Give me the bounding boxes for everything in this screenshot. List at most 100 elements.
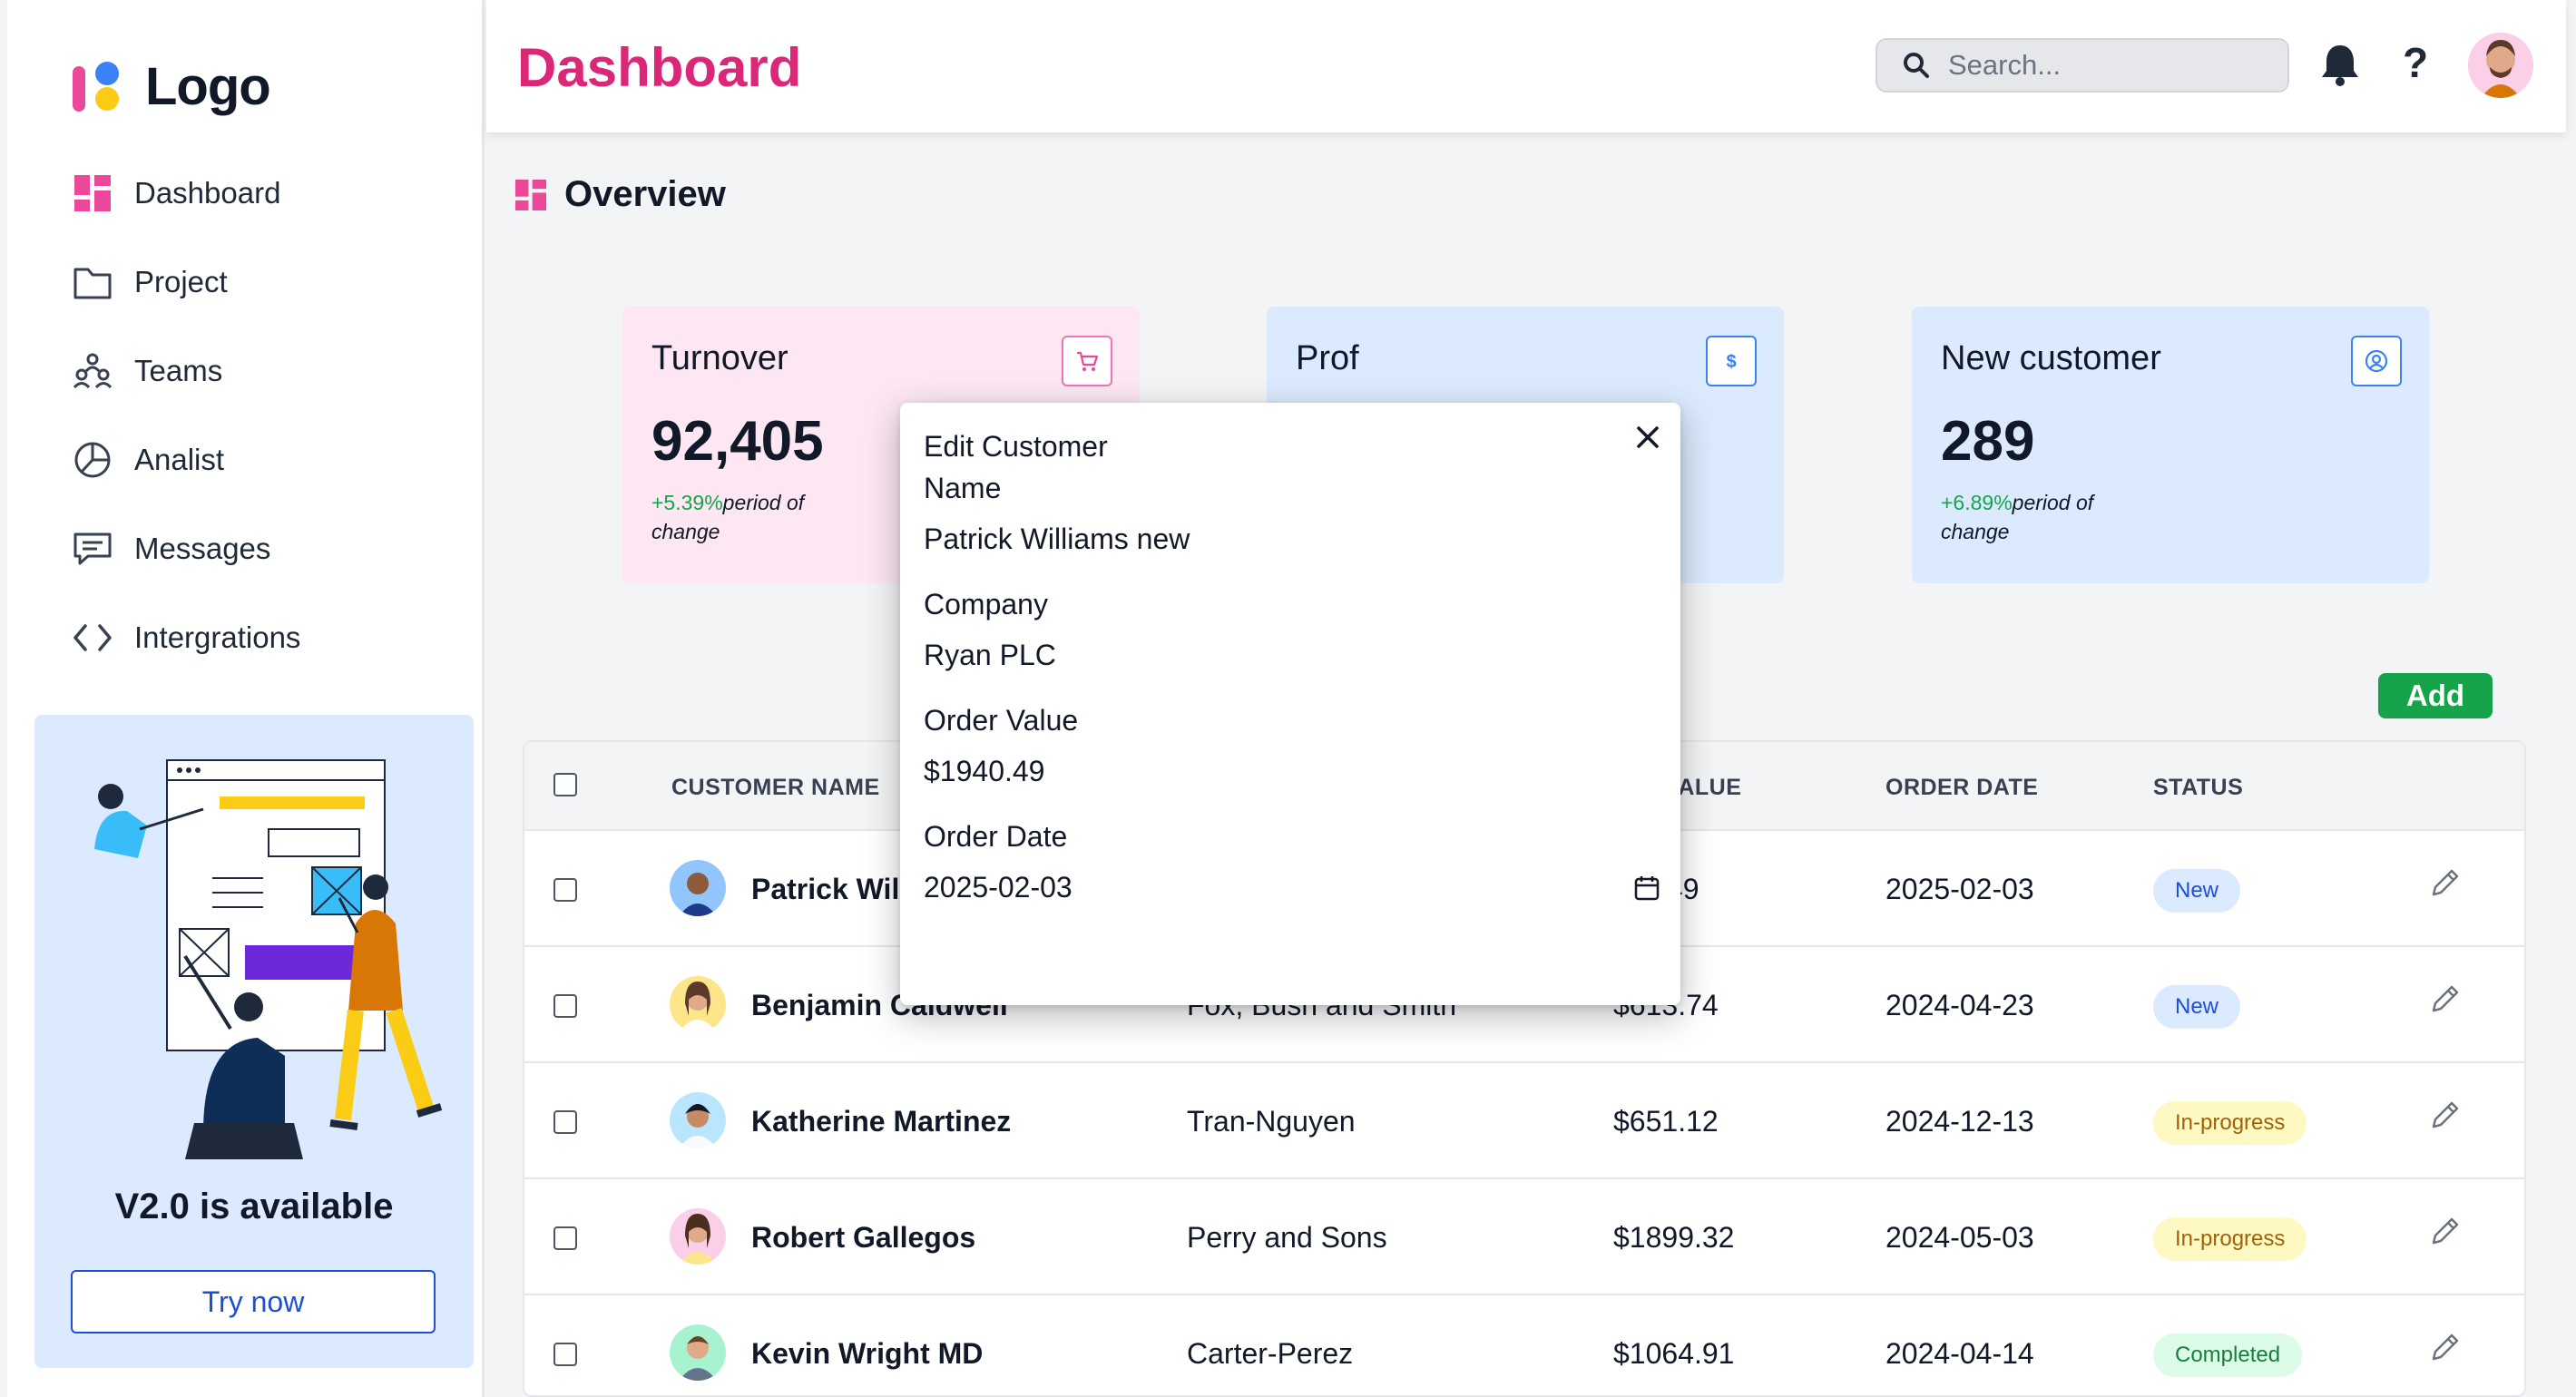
col-customer-name[interactable]: CUSTOMER NAME <box>671 775 880 801</box>
company: Tran-Nguyen <box>1187 1105 1356 1138</box>
teams-icon <box>71 349 114 393</box>
search-icon <box>1904 53 1929 78</box>
order-value: $1064.91 <box>1613 1337 1735 1370</box>
order-date-label: Order Date <box>924 820 1068 853</box>
stat-title: Turnover <box>651 339 788 377</box>
avatar-portrait <box>2468 33 2533 98</box>
dashboard-grid-icon <box>71 171 114 215</box>
sidebar-item-teams[interactable]: Teams <box>71 327 300 415</box>
table-row[interactable]: Robert Gallegos Perry and Sons $1899.32 … <box>524 1179 2524 1295</box>
status-badge: New <box>2153 985 2241 1029</box>
logo-text: Logo <box>145 57 271 116</box>
sidebar-item-label: Intergrations <box>134 620 301 654</box>
table-row[interactable]: Katherine Martinez Tran-Nguyen $651.12 2… <box>524 1063 2524 1179</box>
company-field[interactable]: Ryan PLC <box>924 639 1056 672</box>
svg-text:$: $ <box>1726 352 1736 372</box>
row-checkbox[interactable] <box>553 1226 577 1250</box>
stat-change-percent: +6.89% <box>1941 491 2013 514</box>
company: Carter-Perez <box>1187 1337 1354 1370</box>
order-date: 2025-02-03 <box>1885 873 2034 905</box>
row-checkbox[interactable] <box>553 1343 577 1366</box>
col-order-date[interactable]: ORDER DATE <box>1885 775 2038 801</box>
order-date: 2024-04-14 <box>1885 1337 2034 1370</box>
avatar <box>670 1092 726 1148</box>
top-header: Dashboard ? <box>486 0 2566 132</box>
search-box[interactable] <box>1876 38 2289 93</box>
order-value-label: Order Value <box>924 704 1079 737</box>
col-status[interactable]: STATUS <box>2153 775 2243 801</box>
overview-title: Overview <box>564 174 726 214</box>
avatar <box>670 976 726 1032</box>
sidebar-item-label: Teams <box>134 354 223 387</box>
customer-name: Katherine Martinez <box>751 1105 1012 1138</box>
row-checkbox[interactable] <box>553 1110 577 1134</box>
order-date: 2024-04-23 <box>1885 989 2034 1021</box>
status-badge: New <box>2153 869 2241 913</box>
code-icon <box>71 616 114 659</box>
customer-name: Patrick Willi <box>751 873 916 905</box>
row-checkbox[interactable] <box>553 994 577 1018</box>
sidebar-item-project[interactable]: Project <box>71 238 300 327</box>
logo[interactable]: Logo <box>71 56 271 117</box>
pencil-icon[interactable] <box>2428 1332 2461 1364</box>
status-badge: In-progress <box>2153 1217 2307 1261</box>
folder-icon <box>71 260 114 304</box>
stat-value: 289 <box>1941 410 2035 473</box>
promo-title: V2.0 is available <box>114 1187 394 1226</box>
table-row[interactable]: Kevin Wright MD Carter-Perez $1064.91 20… <box>524 1295 2524 1395</box>
try-now-button[interactable]: Try now <box>71 1270 436 1334</box>
order-date: 2024-05-03 <box>1885 1221 2034 1254</box>
name-field[interactable]: Patrick Williams new <box>924 523 1190 556</box>
user-avatar[interactable] <box>2468 33 2533 98</box>
sidebar: Logo Dashboard Project Teams Analist Mes… <box>0 0 485 1397</box>
select-all-checkbox[interactable] <box>553 773 577 796</box>
pencil-icon[interactable] <box>2428 867 2461 900</box>
calendar-icon[interactable] <box>1633 874 1660 902</box>
order-date: 2024-12-13 <box>1885 1105 2034 1138</box>
avatar <box>670 860 726 916</box>
pencil-icon[interactable] <box>2428 1216 2461 1248</box>
customer-name: Robert Gallegos <box>751 1221 976 1254</box>
message-icon <box>71 527 114 571</box>
order-date-field[interactable]: 2025-02-03 <box>924 871 1073 904</box>
row-checkbox[interactable] <box>553 878 577 902</box>
stat-title: New customer <box>1941 339 2161 377</box>
pencil-icon[interactable] <box>2428 983 2461 1016</box>
stat-change-percent: +5.39% <box>651 491 723 514</box>
page-title: Dashboard <box>517 37 802 98</box>
team-illustration <box>94 759 443 1159</box>
stat-change: +5.39%period of change <box>651 488 824 546</box>
status-badge: Completed <box>2153 1334 2303 1377</box>
search-input[interactable] <box>1948 49 2275 82</box>
order-value: $1899.32 <box>1613 1221 1735 1254</box>
sidebar-item-label: Dashboard <box>134 176 281 210</box>
add-customer-button[interactable]: Add <box>2378 673 2493 718</box>
stat-change: +6.89%period of change <box>1941 488 2113 546</box>
order-value-field[interactable]: $1940.49 <box>924 755 1044 788</box>
sidebar-item-label: Messages <box>134 532 271 565</box>
cart-icon <box>1062 336 1112 386</box>
sidebar-item-label: Analist <box>134 443 225 476</box>
bell-icon[interactable] <box>2320 42 2360 87</box>
user-circle-icon <box>2351 336 2402 386</box>
sidebar-item-dashboard[interactable]: Dashboard <box>71 149 300 238</box>
close-icon[interactable] <box>1633 423 1662 452</box>
help-icon[interactable]: ? <box>2403 38 2428 87</box>
sidebar-item-messages[interactable]: Messages <box>71 504 300 593</box>
status-badge: In-progress <box>2153 1101 2307 1145</box>
upgrade-promo-card: V2.0 is available Try now <box>34 715 474 1368</box>
pencil-icon[interactable] <box>2428 1099 2461 1132</box>
customer-name: Kevin Wright MD <box>751 1337 984 1370</box>
stat-card-new-customer: New customer 289 +6.89%period of change <box>1912 307 2429 583</box>
logo-icon <box>73 61 119 112</box>
order-value: $651.12 <box>1613 1105 1719 1138</box>
sidebar-item-intergrations[interactable]: Intergrations <box>71 593 300 682</box>
modal-title: Edit Customer <box>924 430 1108 463</box>
pie-chart-icon <box>71 438 114 482</box>
avatar <box>670 1324 726 1381</box>
overview-heading: Overview <box>515 174 726 215</box>
sidebar-nav: Dashboard Project Teams Analist Messages… <box>71 149 300 682</box>
company-label: Company <box>924 588 1048 620</box>
sidebar-item-analist[interactable]: Analist <box>71 415 300 504</box>
stat-title: Prof <box>1296 339 1359 377</box>
